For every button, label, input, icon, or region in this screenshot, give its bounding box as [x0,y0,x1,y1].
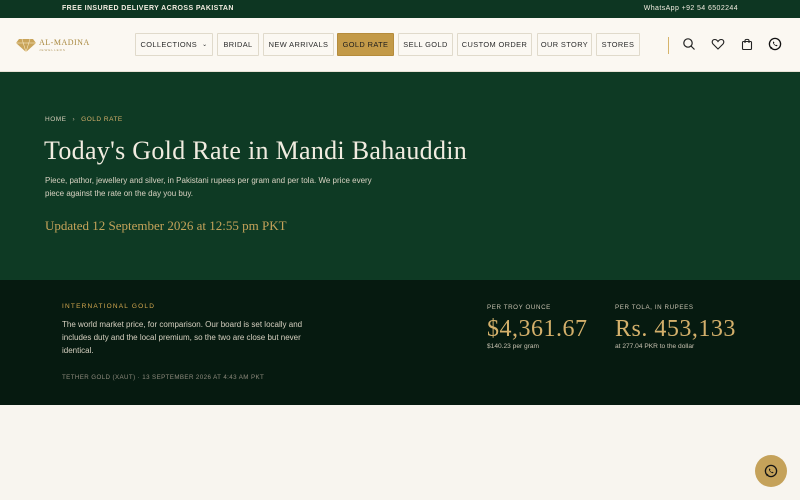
whatsapp-contact-link[interactable]: WhatsApp +92 54 6502244 [644,5,738,12]
nav-sell-gold[interactable]: SELL GOLD [398,33,453,56]
header-divider [668,37,669,54]
nav-stores-label: STORES [601,40,635,49]
delivery-promo: FREE INSURED DELIVERY ACROSS PAKISTAN [62,5,234,12]
nav-new-arrivals[interactable]: NEW ARRIVALS [263,33,334,56]
tola-label: PER TOLA, IN RUPEES [615,304,694,311]
updated-timestamp: Updated 12 September 2026 at 12:55 pm PK… [45,218,287,233]
nav-gold-rate[interactable]: GOLD RATE [337,33,394,56]
site-header: AL-MADINA JEWELLERS COLLECTIONS ⌄ BRIDAL… [0,18,800,72]
nav-collections[interactable]: COLLECTIONS ⌄ [135,33,213,56]
nav-gold-rate-label: GOLD RATE [342,40,389,49]
ounce-per-gram: $140.23 per gram [487,343,540,350]
cart-icon[interactable] [740,37,754,51]
nav-our-story-label: OUR STORY [540,40,589,49]
nav-stores[interactable]: STORES [596,33,640,56]
nav-custom-order[interactable]: CUSTOM ORDER [457,33,532,56]
nav-new-arrivals-label: NEW ARRIVALS [268,40,329,49]
breadcrumb-home[interactable]: HOME [45,116,67,123]
brand-name: AL-MADINA [39,37,90,47]
top-announcement-bar: FREE INSURED DELIVERY ACROSS PAKISTAN Wh… [0,0,800,18]
nav-bridal-label: BRIDAL [223,40,253,49]
nav-custom-order-label: CUSTOM ORDER [461,40,528,49]
whatsapp-icon [764,464,778,478]
tola-exchange-rate: at 277.04 PKR to the dollar [615,343,695,350]
chevron-right-icon: › [72,116,76,123]
brand-logo[interactable]: AL-MADINA JEWELLERS [16,38,90,52]
nav-sell-gold-label: SELL GOLD [403,40,448,49]
page-title: Today's Gold Rate in Mandi Bahauddin [44,136,468,165]
brand-tagline: JEWELLERS [39,47,66,52]
whatsapp-floating-button[interactable] [755,455,787,487]
breadcrumb: HOME › GOLD RATE [45,116,123,123]
search-icon[interactable] [682,37,696,51]
chevron-down-icon: ⌄ [202,42,208,48]
heart-icon[interactable] [711,37,725,51]
nav-bridal[interactable]: BRIDAL [217,33,259,56]
ounce-value: $4,361.67 [487,316,588,342]
ounce-price: PER TROY OUNCE $4,361.67 $140.23 per gra… [487,304,588,350]
breadcrumb-current: GOLD RATE [81,116,123,123]
gold-rate-hero: HOME › GOLD RATE Today's Gold Rate in Mand… [0,72,800,280]
international-gold-section: INTERNATIONAL GOLD The world market pric… [0,280,800,405]
tola-value: Rs. 453,133 [615,316,736,342]
section-eyebrow: INTERNATIONAL GOLD [62,303,156,310]
ounce-label: PER TROY OUNCE [487,304,551,311]
whatsapp-icon[interactable] [768,37,782,51]
price-source: TETHER GOLD (XAUT) · 13 SEPTEMBER 2026 A… [62,374,265,381]
page-description: Piece, pathor, jewellery and silver, in … [45,176,372,198]
nav-our-story[interactable]: OUR STORY [537,33,592,56]
diamond-logo-icon [16,38,36,52]
tola-price: PER TOLA, IN RUPEES Rs. 453,133 at 277.0… [615,304,736,350]
section-description: The world market price, for comparison. … [62,320,303,355]
nav-collections-label: COLLECTIONS [140,40,198,49]
